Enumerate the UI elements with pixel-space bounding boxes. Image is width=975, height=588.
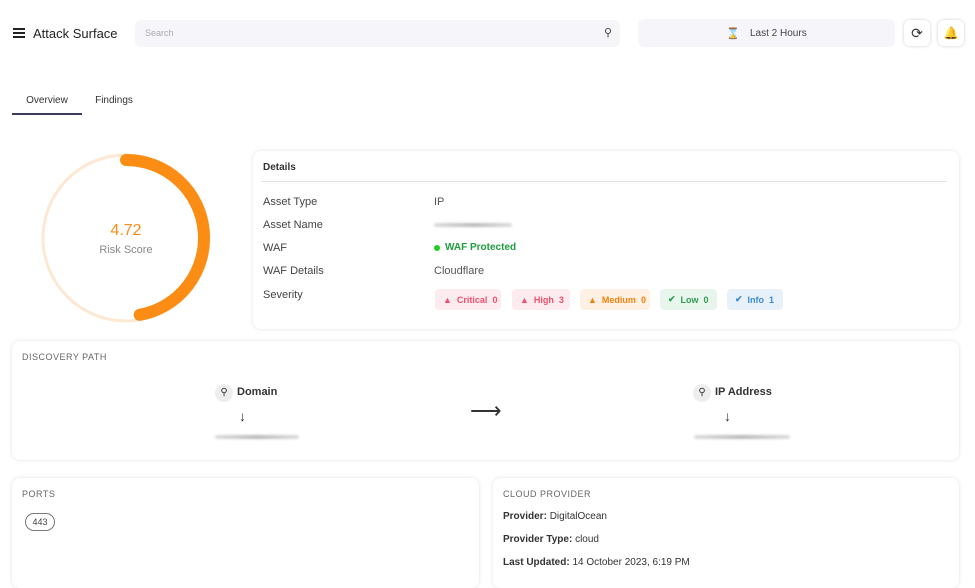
tab-overview[interactable]: Overview xyxy=(12,95,82,115)
zoom-search-icon: ⚲ xyxy=(215,384,233,402)
waf-details-value: Cloudflare xyxy=(434,265,485,277)
severity-critical[interactable]: ▲ Critical 0 xyxy=(435,289,501,310)
last-updated-label: Last Updated: xyxy=(503,557,570,568)
badge-label: Medium xyxy=(601,294,636,305)
provider-type-value: cloud xyxy=(575,534,599,545)
ports-title: Ports xyxy=(22,489,56,499)
risk-score-label: Risk Score xyxy=(99,244,153,256)
port-chip[interactable]: 443 xyxy=(25,513,55,531)
domain-redacted xyxy=(215,435,299,439)
details-title: Details xyxy=(263,162,296,173)
provider-label: Provider: xyxy=(503,511,547,522)
badge-count: 0 xyxy=(492,294,498,305)
refresh-button[interactable]: ⟳ xyxy=(904,20,930,46)
waf-details-label: WAF Details xyxy=(263,265,324,277)
ip-redacted xyxy=(694,435,790,439)
ports-card: Ports 443 xyxy=(12,478,479,588)
tab-findings[interactable]: Findings xyxy=(88,95,140,106)
time-range-label: Last 2 Hours xyxy=(750,27,807,39)
asset-name-redacted xyxy=(434,223,512,227)
menu-icon[interactable] xyxy=(13,28,25,38)
badge-label: Info xyxy=(747,294,765,305)
warning-icon: ▲ xyxy=(588,294,597,305)
search-input[interactable]: Search ⚲ xyxy=(135,20,620,47)
waf-status-text: WAF Protected xyxy=(445,242,517,253)
search-placeholder: Search xyxy=(145,28,174,38)
status-dot-icon xyxy=(434,244,440,251)
badge-label: Critical xyxy=(456,294,488,305)
page-title: Attack Surface xyxy=(33,26,118,41)
severity-medium[interactable]: ▲ Medium 0 xyxy=(580,289,650,310)
zoom-search-icon: ⚲ xyxy=(693,384,711,402)
check-circle-icon: ✔ xyxy=(735,294,743,304)
severity-info[interactable]: ✔ Info 1 xyxy=(727,289,783,310)
badge-count: 3 xyxy=(558,294,564,305)
asset-type-label: Asset Type xyxy=(263,196,318,208)
down-arrow-icon: ↓ xyxy=(239,408,246,424)
asset-name-label: Asset Name xyxy=(263,219,323,231)
risk-score-value: 4.72 xyxy=(110,222,142,239)
severity-low[interactable]: ✔ Low 0 xyxy=(660,289,717,310)
severity-high[interactable]: ▲ High 3 xyxy=(512,289,570,310)
discovery-to: IP Address xyxy=(715,386,772,398)
badge-label: Low xyxy=(680,294,699,305)
right-arrow-icon: ⟶ xyxy=(470,398,502,423)
down-arrow-icon: ↓ xyxy=(724,408,731,424)
badge-count: 0 xyxy=(640,294,646,305)
cloud-provider-card: Cloud Provider Provider: DigitalOcean Pr… xyxy=(493,478,959,588)
asset-type-value: IP xyxy=(434,196,445,208)
cloud-title: Cloud Provider xyxy=(503,489,592,499)
search-icon[interactable]: ⚲ xyxy=(604,26,612,39)
time-range-selector[interactable]: ⌛ Last 2 Hours xyxy=(638,19,895,47)
waf-label: WAF xyxy=(263,242,288,254)
last-updated-value: 14 October 2023, 6:19 PM xyxy=(572,557,690,568)
provider-value: DigitalOcean xyxy=(549,511,607,522)
discovery-title: Discovery Path xyxy=(22,352,107,362)
warning-icon: ▲ xyxy=(520,294,529,305)
check-circle-icon: ✔ xyxy=(668,294,676,304)
warning-icon: ▲ xyxy=(443,294,452,305)
waf-status: WAF Protected xyxy=(434,242,516,253)
badge-count: 1 xyxy=(769,294,775,305)
discovery-from: Domain xyxy=(237,386,278,398)
badge-label: High xyxy=(533,294,554,305)
badge-count: 0 xyxy=(703,294,709,305)
provider-type-label: Provider Type: xyxy=(503,534,573,545)
hourglass-icon: ⌛ xyxy=(726,27,740,40)
severity-label: Severity xyxy=(263,289,303,301)
notification-bell-icon[interactable]: 🔔 xyxy=(938,20,964,46)
